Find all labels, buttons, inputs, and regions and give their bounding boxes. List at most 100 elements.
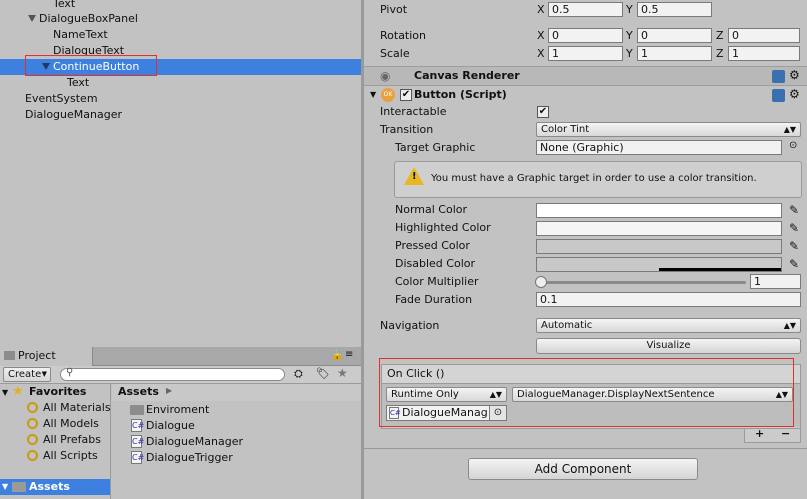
divider [364,448,807,449]
pressed-color-swatch[interactable] [536,239,782,254]
lock-icon[interactable]: 🔒 [331,350,343,361]
gear-icon[interactable]: ⚙ [789,87,800,101]
dropdown-arrow-icon: ▼ [41,370,47,378]
pivot-label: Pivot [380,3,408,16]
csharp-script-icon: C# [131,435,145,448]
target-graphic-field[interactable]: None (Graphic) [536,140,782,155]
rotation-z-field[interactable]: 0 [728,28,800,43]
scale-x-field[interactable]: 1 [548,46,623,61]
dropdown-arrow-icon: ▲▼ [783,321,796,330]
gear-icon[interactable]: ⚙ [789,68,800,82]
pivot-x-field[interactable]: 0.5 [548,2,623,17]
scale-z-field[interactable]: 1 [728,46,800,61]
rotation-z-label[interactable]: Z [716,28,724,44]
asset-item[interactable]: Enviroment [146,402,209,418]
search-icon [27,434,38,445]
rotation-x-field[interactable]: 0 [548,28,623,43]
tab-project[interactable]: Project [0,347,93,366]
search-input[interactable]: ⚲ [60,367,285,381]
hierarchy-item-text[interactable]: Text [0,75,361,91]
favorite-item[interactable]: All Prefabs [43,432,101,448]
normal-color-swatch[interactable] [536,203,782,218]
collapse-arrow-icon[interactable]: ▼ [370,90,376,99]
hierarchy-item-label: DialogueManager [25,108,122,121]
fade-duration-label: Fade Duration [395,293,473,306]
button-script-header[interactable]: ▼ OK ✔ Button (Script) ⚙ [364,86,807,106]
eyedropper-icon[interactable]: ✎ [787,203,801,217]
eyedropper-icon[interactable]: ✎ [787,221,801,235]
scale-x-label[interactable]: X [537,46,545,62]
normal-color-label: Normal Color [395,203,468,216]
color-multiplier-slider[interactable] [540,281,746,284]
favorites-label[interactable]: Favorites [29,384,86,400]
asset-item[interactable]: DialogueTrigger [146,450,233,466]
assets-root-item[interactable]: ▼ Assets [0,479,110,495]
asset-item[interactable]: Dialogue [146,418,195,434]
rotation-x-label[interactable]: X [537,28,545,44]
project-assets-pane: Assets ▶ Enviroment C# Dialogue C# Dialo… [112,384,361,499]
component-enabled-checkbox[interactable]: ✔ [400,89,412,101]
folder-icon [4,351,15,360]
fade-duration-field[interactable]: 0.1 [536,292,801,307]
hierarchy-item-label: EventSystem [25,92,98,105]
assets-root-label: Assets [29,480,70,493]
rotation-y-label[interactable]: Y [626,28,633,44]
hierarchy-panel: Text DialogueBoxPanel NameText DialogueT… [0,0,361,345]
breadcrumb: Assets ▶ [112,384,361,401]
search-icon [27,450,38,461]
dropdown-arrow-icon: ▲▼ [783,125,796,134]
breadcrumb-assets[interactable]: Assets [118,384,159,400]
expand-arrow-icon[interactable]: ▼ [2,388,8,397]
expand-arrow-icon[interactable]: ▼ [2,482,8,491]
scale-y-label[interactable]: Y [626,46,633,62]
eyedropper-icon[interactable]: ✎ [787,239,801,253]
transition-dropdown[interactable]: Color Tint ▲▼ [536,122,801,137]
interactable-checkbox[interactable]: ✔ [537,106,549,118]
visualize-button[interactable]: Visualize [536,338,801,354]
favorite-item[interactable]: All Materials [43,400,111,416]
target-graphic-label: Target Graphic [395,141,476,154]
search-icon [27,402,38,413]
menu-icon[interactable]: ≡ [345,349,353,360]
canvas-renderer-title: Canvas Renderer [414,69,520,82]
scale-y-field[interactable]: 1 [637,46,712,61]
color-multiplier-field[interactable]: 1 [750,274,801,289]
eyedropper-icon[interactable]: ✎ [787,257,801,271]
add-entry-button[interactable]: + [755,427,764,440]
hierarchy-item-dialoguemanager[interactable]: DialogueManager [0,107,361,123]
eye-icon: ◉ [380,69,391,83]
pivot-x-label[interactable]: X [537,2,545,18]
help-icon[interactable] [772,89,785,102]
object-picker-icon[interactable]: ⊙ [789,140,797,151]
pivot-y-label[interactable]: Y [626,2,633,18]
navigation-label: Navigation [380,319,440,332]
favorite-item[interactable]: All Models [43,416,99,432]
expand-arrow-icon[interactable] [28,15,36,22]
transition-label: Transition [380,123,434,136]
hierarchy-item-nametext[interactable]: NameText [0,27,361,43]
navigation-dropdown[interactable]: Automatic ▲▼ [536,318,801,333]
remove-entry-button[interactable]: − [781,427,790,440]
add-component-button[interactable]: Add Component [468,458,698,480]
filter-by-label-icon[interactable]: 🏷 [316,367,330,380]
hierarchy-item-label: Text [67,76,90,89]
tab-project-label: Project [18,349,56,362]
search-icon [27,418,38,429]
hierarchy-item-eventsystem[interactable]: EventSystem [0,91,361,107]
filter-by-type-icon[interactable]: ⛭ [294,367,303,381]
rotation-y-field[interactable]: 0 [637,28,712,43]
asset-item[interactable]: DialogueManager [146,434,243,450]
favorite-item[interactable]: All Scripts [43,448,98,464]
star-icon[interactable]: ★ [337,366,348,380]
create-button[interactable]: Create ▼ [3,367,51,382]
help-icon[interactable] [772,70,785,83]
highlighted-color-swatch[interactable] [536,221,782,236]
project-folder-tree: ▼ ★ Favorites All Materials All Models A… [0,384,111,499]
scale-z-label[interactable]: Z [716,46,724,62]
hierarchy-item-dialogueboxpanel[interactable]: DialogueBoxPanel [0,11,361,27]
pivot-y-field[interactable]: 0.5 [637,2,712,17]
slider-thumb[interactable] [535,276,547,288]
canvas-renderer-header[interactable]: ◉ Canvas Renderer ⚙ [364,66,807,86]
disabled-color-swatch[interactable] [536,257,782,272]
transition-value: Color Tint [541,124,590,135]
